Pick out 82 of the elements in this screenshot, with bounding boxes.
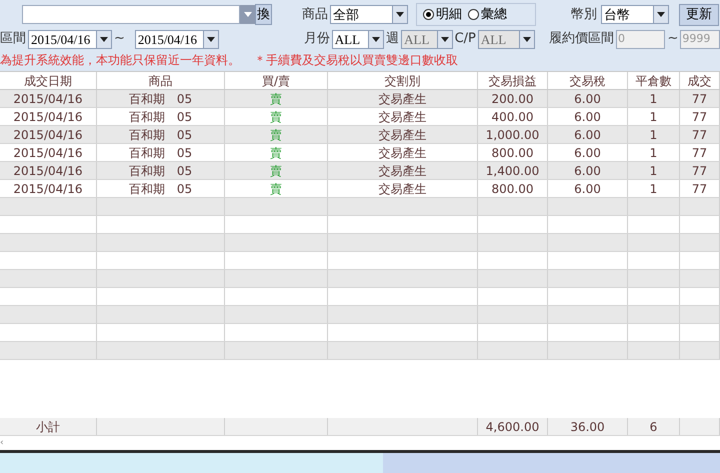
table-cell: 2015/04/16 [13,92,83,104]
table-cell: 77 [692,146,708,158]
table-cell: 6 [650,420,658,432]
view-radio[interactable]: 明細 [423,4,462,24]
table-cell: 賣 [270,164,282,176]
date-range-label: 區間 [0,30,26,48]
currency-label: 幣別 [571,6,597,24]
tilde-label: ~ [114,30,125,48]
table-cell: 6.00 [574,164,601,176]
table-cell: 400.00 [492,110,534,122]
table-cell: 77 [692,92,708,104]
table-cell: 800.00 [492,146,534,158]
table-cell: 交易產生 [378,146,426,158]
column-header[interactable]: 交易損益 [488,74,536,86]
table-cell: 6.00 [574,128,601,140]
table-cell: 1,400.00 [486,164,540,176]
table-cell: 6.00 [574,146,601,158]
table-cell: 百和期 05 [128,92,192,104]
table-cell: 百和期 05 [128,110,192,122]
start-date-select[interactable]: 2015/04/16 [28,30,112,48]
table-cell: 77 [692,164,708,176]
column-header[interactable]: 成交 [688,74,712,86]
month-label: 月份 [304,30,330,48]
table-cell: 百和期 05 [128,182,192,194]
account-field[interactable] [22,5,240,24]
table-cell: 77 [692,110,708,122]
table-cell: 1 [650,164,658,176]
table-cell: 賣 [270,110,282,122]
table-cell: 1 [650,146,658,158]
table-cell: 1 [650,92,658,104]
table-cell: 77 [692,182,708,194]
table-cell: 賣 [270,128,282,140]
table-cell: 2015/04/16 [13,182,83,194]
table-cell: 交易產生 [378,92,426,104]
week-label: 週 [386,30,400,48]
table-cell: 百和期 05 [128,146,192,158]
table-cell: 賣 [270,146,282,158]
table-cell: 4,600.00 [486,420,540,432]
table-cell: 2015/04/16 [13,110,83,122]
table-cell: 1 [650,110,658,122]
tilde-label: ~ [667,30,678,48]
product-label: 商品 [302,6,328,24]
table-cell: 交易產生 [378,110,426,122]
table-cell: 6.00 [574,182,601,194]
table-cell: 交易產生 [378,128,426,140]
table-cell: 6.00 [574,92,601,104]
table-cell: 小計 [36,420,60,432]
table-cell: 77 [692,128,708,140]
table-cell: 交易產生 [378,182,426,194]
month-select[interactable]: ALL [332,30,384,48]
table-cell: 交易產生 [378,164,426,176]
refresh-button[interactable]: 更新 [679,4,719,26]
notice-text: ＊手續費及交易稅以買賣雙邊口數收取 [254,54,458,66]
table-cell: 賣 [270,92,282,104]
table-cell: 2015/04/16 [13,146,83,158]
notice-text: 為提升系統效能，本功能只保留近一年資料。 [0,54,240,66]
table-cell: 百和期 05 [128,128,192,140]
product-select[interactable]: 全部 [330,5,408,24]
table-cell: 6.00 [574,110,601,122]
table-cell: 36.00 [570,420,605,432]
column-header[interactable]: 成交日期 [24,74,72,86]
currency-select[interactable]: 台幣 [601,5,669,24]
call-put-label: C/P [454,30,476,48]
table-cell: 百和期 05 [128,164,192,176]
strike-range-label: 履約價區間 [549,30,614,48]
column-header[interactable]: 交易稅 [570,74,606,86]
switch-button[interactable]: 換 [255,4,272,25]
table-cell: 200.00 [492,92,534,104]
table-cell: 1,000.00 [486,128,540,140]
table-cell: 賣 [270,182,282,194]
table-cell: 1 [650,128,658,140]
table-cell: 2015/04/16 [13,128,83,140]
column-header[interactable]: 交割別 [384,74,420,86]
table-cell: 1 [650,182,658,194]
view-radio[interactable]: 彙總 [468,4,507,24]
scroll-left-arrow[interactable]: ‹ [0,438,4,448]
column-header[interactable]: 買/賣 [262,74,290,86]
table-cell: 800.00 [492,182,534,194]
column-header[interactable]: 平倉數 [636,74,672,86]
column-header[interactable]: 商品 [148,74,172,86]
end-date-select[interactable]: 2015/04/16 [134,30,219,48]
table-cell: 2015/04/16 [13,164,83,176]
